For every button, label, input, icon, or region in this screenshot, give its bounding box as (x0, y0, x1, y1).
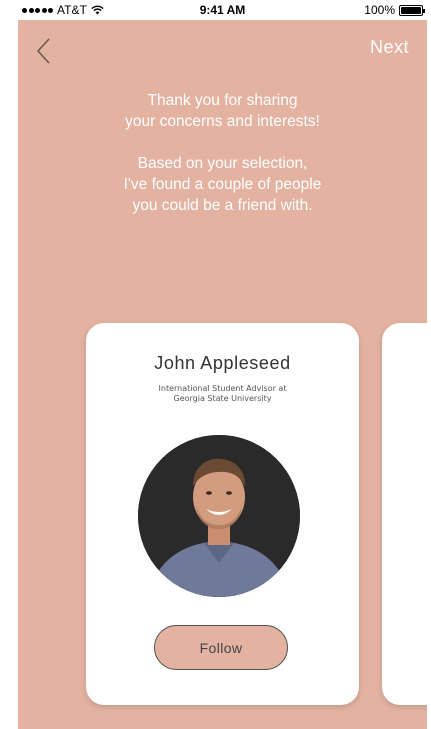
message-line: Based on your selection, (137, 155, 308, 172)
battery-percentage: 100% (364, 3, 395, 17)
friend-role-line: International Student Advisor at (158, 384, 287, 393)
message-line: you could be a friend with. (132, 197, 313, 214)
next-button[interactable]: Next (370, 37, 409, 58)
status-bar: AT&T 9:41 AM 100% (18, 0, 427, 20)
message-line: your concerns and interests! (125, 113, 320, 130)
intro-message: Thank you for sharing your concerns and … (18, 90, 427, 216)
friend-role: International Student Advisor at Georgia… (116, 384, 329, 404)
battery-icon (399, 4, 425, 16)
chevron-left-icon (36, 38, 50, 64)
status-right: 100% (364, 3, 425, 17)
friend-card[interactable]: John Appleseed International Student Adv… (86, 323, 359, 705)
next-friend-card[interactable] (382, 323, 427, 705)
friend-name: John Appleseed (154, 353, 291, 373)
follow-button[interactable]: Follow (154, 625, 288, 670)
back-button[interactable] (32, 36, 56, 66)
person-photo (138, 435, 300, 597)
avatar (138, 435, 300, 597)
message-line: I've found a couple of people (123, 176, 322, 193)
friend-role-line: Georgia State University (173, 394, 272, 403)
app-screen: AT&T 9:41 AM 100% Next Thank you for sha… (18, 0, 427, 729)
message-line: Thank you for sharing (147, 92, 298, 109)
